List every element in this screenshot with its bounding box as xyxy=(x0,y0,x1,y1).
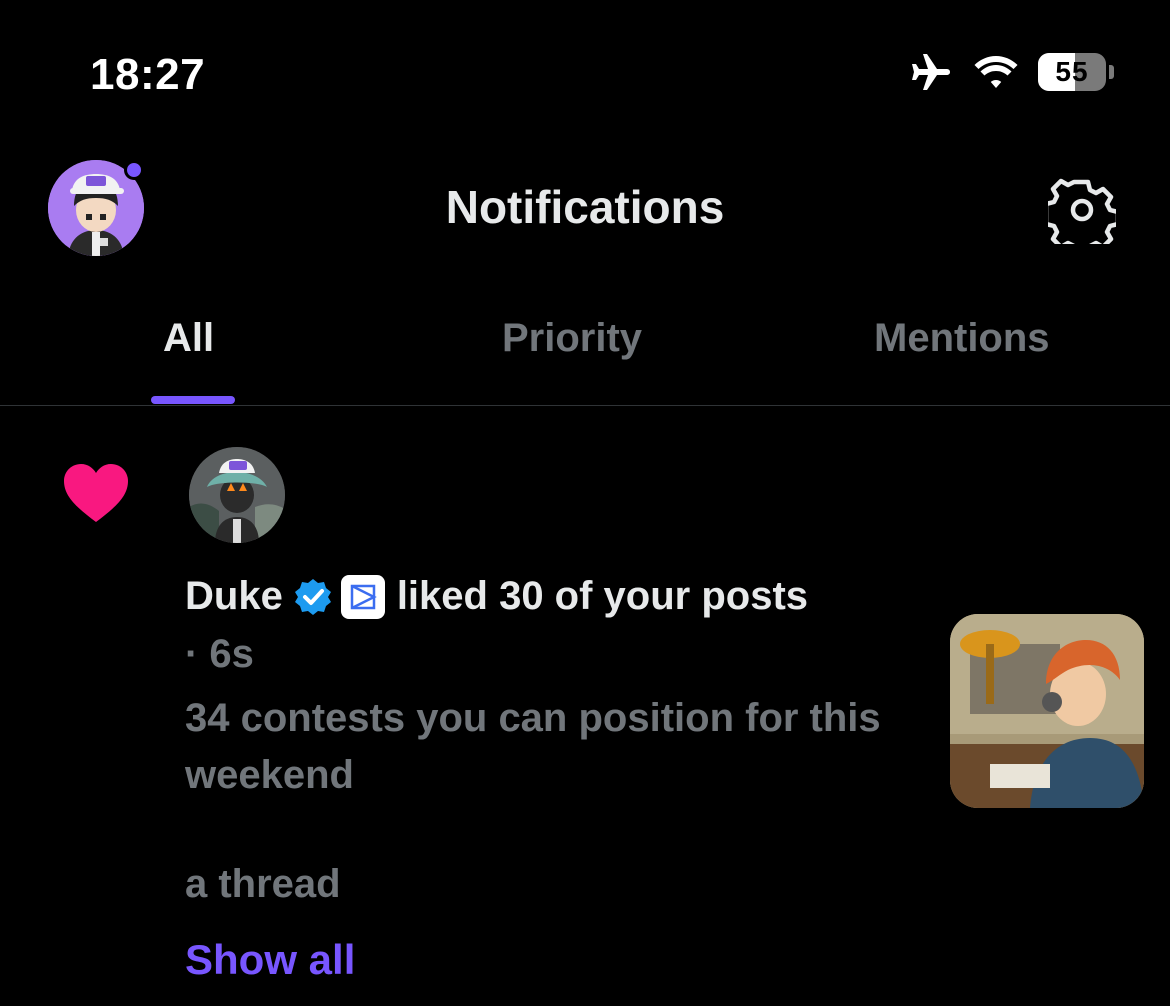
tab-all[interactable]: All xyxy=(163,316,214,361)
battery-tip xyxy=(1109,65,1114,79)
notification-post-text-secondary[interactable]: a thread xyxy=(185,862,341,907)
tab-bar: All Priority Mentions xyxy=(0,300,1170,406)
tab-mentions[interactable]: Mentions xyxy=(874,316,1050,361)
heart-icon xyxy=(64,464,128,522)
notification-time: · 6s xyxy=(185,632,254,676)
notification-user-avatar[interactable] xyxy=(189,447,285,543)
settings-gear-icon[interactable] xyxy=(1048,176,1116,244)
tab-priority[interactable]: Priority xyxy=(502,316,642,361)
notification-post-text[interactable]: 34 contests you can position for this we… xyxy=(185,690,905,804)
airplane-icon xyxy=(912,54,950,90)
unread-dot xyxy=(124,160,144,180)
battery-level: 55 xyxy=(1055,56,1089,87)
thumbnail-illustration xyxy=(950,614,1144,808)
battery-icon: 55 xyxy=(1038,53,1106,91)
notification-action: liked 30 of your posts xyxy=(396,574,809,618)
notifications-screen: 18:27 55 Notifications All Priority Ment… xyxy=(0,0,1170,1006)
wifi-icon xyxy=(974,56,1018,88)
post-thumbnail-image[interactable] xyxy=(950,614,1144,808)
affiliation-logo xyxy=(350,584,377,609)
notification-headline: Duke liked 30 of your posts xyxy=(185,574,808,619)
user-avatar-illustration xyxy=(189,447,285,543)
user-name[interactable]: Duke xyxy=(185,574,283,619)
status-icons: 55 xyxy=(910,52,1114,92)
status-time: 18:27 xyxy=(90,50,206,99)
affiliation-badge-icon xyxy=(340,574,385,619)
verified-badge-icon xyxy=(294,578,331,615)
show-all-link[interactable]: Show all xyxy=(185,936,355,984)
active-tab-indicator xyxy=(151,396,235,404)
page-title: Notifications xyxy=(445,181,725,233)
